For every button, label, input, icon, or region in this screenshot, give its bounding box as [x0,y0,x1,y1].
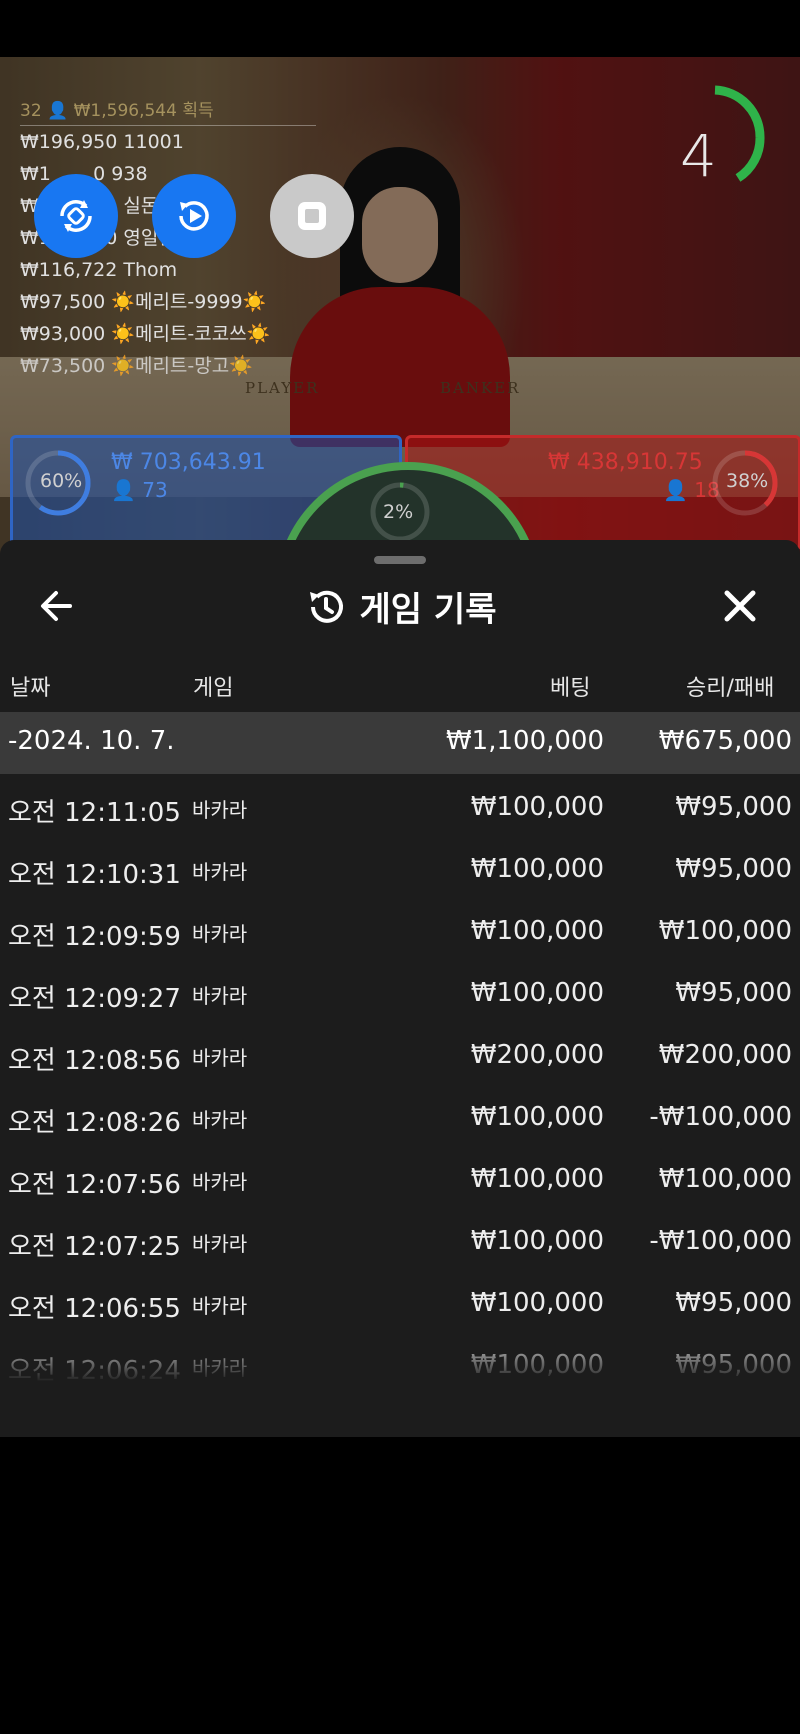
row-result: ₩100,000 [658,916,792,946]
history-row[interactable]: 오전 12:07:56 바카라 ₩100,000 ₩100,000 [0,1148,800,1210]
row-bet: ₩100,000 [470,1288,604,1318]
row-bet: ₩100,000 [470,916,604,946]
row-game: 바카라 [192,922,248,946]
row-result: ₩100,000 [658,1164,792,1194]
col-bet: 베팅 [550,676,591,701]
close-icon [724,590,756,622]
summary-date: -2024. 10. 7. [8,726,175,756]
summary-bet: ₩1,100,000 [445,726,604,756]
winner-row: ₩93,000 ☀️메리트-코코쓰☀️ [20,323,271,345]
list-fade [0,1330,800,1400]
history-row[interactable]: 오전 12:08:26 바카라 ₩100,000 -₩100,000 [0,1086,800,1148]
row-result: -₩100,000 [649,1102,792,1132]
row-result: ₩95,000 [675,792,792,822]
sheet-title-text: 게임 기록 [359,590,497,630]
row-game: 바카라 [192,1046,248,1070]
game-history-sheet: 게임 기록 날짜 게임 베팅 승리/패배 -2024. 10. 7. ₩1,10… [0,540,800,1437]
column-headers: 날짜 게임 베팅 승리/패배 [0,662,800,702]
row-bet: ₩100,000 [470,854,604,884]
row-bet: ₩100,000 [470,978,604,1008]
winner-row: ₩116,722 Thom [20,259,178,281]
row-bet: ₩100,000 [470,1164,604,1194]
row-game: 바카라 [192,1294,248,1318]
row-time: 오전 12:08:26 [8,1108,181,1138]
winners-header: 32 👤 ₩1,596,544 획득 [20,97,316,126]
tie-percent: 2% [383,501,414,523]
date-summary-row[interactable]: -2024. 10. 7. ₩1,100,000 ₩675,000 [0,712,800,774]
replay-button[interactable] [152,174,236,258]
banker-amount: ₩ 438,910.75 [548,450,703,475]
row-game: 바카라 [192,1170,248,1194]
row-result: -₩100,000 [649,1226,792,1256]
row-bet: ₩100,000 [470,792,604,822]
winner-row: ₩196,950 11001 [20,131,184,153]
autoplay-button[interactable] [34,174,118,258]
player-percent: 60% [40,470,83,492]
history-icon [309,590,343,623]
row-result: ₩95,000 [675,854,792,884]
sheet-title-wrap: 게임 기록 [0,582,800,632]
row-time: 오전 12:11:05 [8,798,181,828]
row-game: 바카라 [192,860,248,884]
row-bet: ₩100,000 [470,1102,604,1132]
row-bet: ₩100,000 [470,1226,604,1256]
col-result: 승리/패배 [686,676,775,701]
autoplay-icon [60,200,92,232]
history-row[interactable]: 오전 12:11:05 바카라 ₩100,000 ₩95,000 [0,776,800,838]
row-game: 바카라 [192,1108,248,1132]
stop-button[interactable] [270,174,354,258]
stop-icon [298,202,326,230]
history-row[interactable]: 오전 12:09:27 바카라 ₩100,000 ₩95,000 [0,962,800,1024]
player-amount: ₩ 703,643.91 [111,450,266,475]
sheet-title: 게임 기록 [304,582,497,631]
col-date: 날짜 [10,676,51,701]
row-time: 오전 12:09:59 [8,922,181,952]
row-time: 오전 12:10:31 [8,860,181,890]
app-screen: PLAYER BANKER 32 👤 ₩1,596,544 획득 ₩196,95… [0,57,800,1437]
sheet-header: 게임 기록 [0,570,800,640]
player-count: 👤 73 [111,478,168,502]
row-game: 바카라 [192,984,248,1008]
banker-percent: 38% [726,470,769,492]
history-row[interactable]: 오전 12:09:59 바카라 ₩100,000 ₩100,000 [0,900,800,962]
row-result: ₩95,000 [675,978,792,1008]
row-game: 바카라 [192,1232,248,1256]
row-bet: ₩200,000 [470,1040,604,1070]
row-time: 오전 12:06:55 [8,1294,181,1324]
winner-row: ₩97,500 ☀️메리트-9999☀️ [20,291,267,313]
history-row[interactable]: 오전 12:07:25 바카라 ₩100,000 -₩100,000 [0,1210,800,1272]
replay-icon [179,201,209,231]
summary-result: ₩675,000 [658,726,792,756]
col-game: 게임 [193,676,234,701]
history-row[interactable]: 오전 12:08:56 바카라 ₩200,000 ₩200,000 [0,1024,800,1086]
row-result: ₩200,000 [658,1040,792,1070]
row-time: 오전 12:07:25 [8,1232,181,1262]
row-time: 오전 12:07:56 [8,1170,181,1200]
row-time: 오전 12:09:27 [8,984,181,1014]
history-row[interactable]: 오전 12:06:55 바카라 ₩100,000 ₩95,000 [0,1272,800,1334]
countdown-number: 4 [680,122,717,190]
row-time: 오전 12:08:56 [8,1046,181,1076]
history-list: 오전 12:11:05 바카라 ₩100,000 ₩95,000 오전 12:10:31… [0,776,800,1396]
row-game: 바카라 [192,798,248,822]
close-button[interactable] [718,584,762,628]
history-row[interactable]: 오전 12:10:31 바카라 ₩100,000 ₩95,000 [0,838,800,900]
winner-row: ₩73,500 ☀️메리트-망고☀️ [20,355,253,377]
sheet-drag-handle[interactable] [374,556,426,564]
row-result: ₩95,000 [675,1288,792,1318]
